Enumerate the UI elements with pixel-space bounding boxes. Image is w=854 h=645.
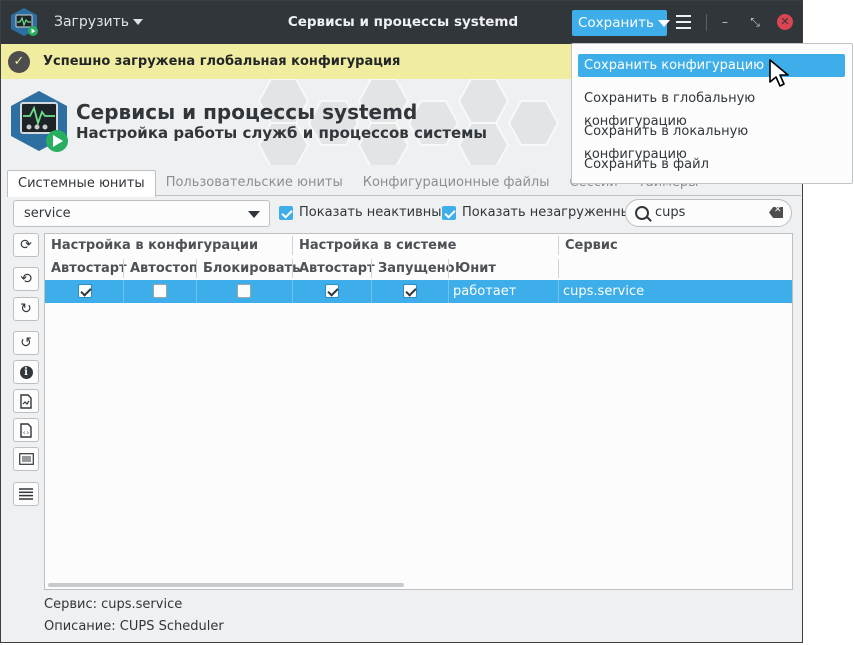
code-file-button[interactable]: ‹› bbox=[13, 418, 39, 442]
details-button[interactable] bbox=[13, 482, 39, 506]
column-divider bbox=[448, 259, 449, 278]
header-config-group: Настройка в конфигурации bbox=[51, 238, 259, 253]
header-system-group: Настройка в системе bbox=[299, 238, 457, 253]
tab-system-units[interactable]: Системные юниты bbox=[7, 170, 156, 197]
history-icon: ⟲ bbox=[20, 271, 32, 287]
show-unloaded-label: Показать незагруженные bbox=[462, 205, 639, 220]
search-input[interactable]: cups bbox=[625, 199, 792, 227]
column-header-autostart[interactable]: Автостарт bbox=[51, 261, 127, 276]
column-header-autostop[interactable]: Автостоп bbox=[130, 261, 198, 276]
restore-icon[interactable]: ⤡ bbox=[747, 14, 763, 30]
lines-icon bbox=[19, 488, 33, 500]
save-menu: Сохранить конфигурацию Сохранить в глоба… bbox=[571, 43, 853, 184]
banner-text: Успешно загружена глобальная конфигураци… bbox=[43, 54, 401, 69]
app-icon bbox=[11, 8, 38, 36]
menu-item-save-local[interactable]: Сохранить в локальную конфигурацию bbox=[578, 120, 845, 162]
column-header-block[interactable]: Блокировать bbox=[203, 261, 300, 276]
app-logo-icon bbox=[11, 91, 68, 152]
running-checkbox[interactable] bbox=[403, 284, 417, 298]
block-checkbox[interactable] bbox=[237, 284, 251, 298]
service-info: Сервис: cups.service bbox=[44, 597, 182, 612]
file-button[interactable] bbox=[13, 389, 39, 413]
show-unloaded-toggle[interactable]: Показать незагруженные bbox=[442, 205, 639, 220]
save-button[interactable]: Сохранить bbox=[572, 10, 670, 36]
unit-type-value: service bbox=[24, 206, 71, 221]
chevron-down-icon bbox=[248, 211, 260, 218]
autostart-checkbox[interactable] bbox=[78, 284, 92, 298]
show-inactive-checkbox[interactable] bbox=[279, 205, 293, 220]
mouse-cursor-icon bbox=[769, 59, 789, 87]
column-divider bbox=[371, 259, 372, 278]
chevron-down-icon bbox=[657, 19, 670, 27]
description-info: Описание: CUPS Scheduler bbox=[44, 619, 224, 634]
hamburger-menu-icon[interactable] bbox=[676, 15, 691, 29]
description-info-label: Описание: bbox=[44, 619, 116, 634]
search-icon bbox=[635, 206, 649, 220]
column-header-system-autostart[interactable]: Автостарт bbox=[299, 261, 375, 276]
header-service-group: Сервис bbox=[565, 238, 618, 253]
page-subtitle: Настройка работы служб и процессов систе… bbox=[76, 124, 487, 142]
service-info-value: cups.service bbox=[101, 597, 183, 612]
table-row[interactable]: работает cups.service bbox=[45, 280, 792, 303]
history-button[interactable]: ⟲ bbox=[13, 267, 39, 291]
load-button[interactable]: Загрузить bbox=[47, 9, 150, 35]
info-icon: i bbox=[19, 365, 33, 379]
redo-icon: ↻ bbox=[20, 301, 32, 317]
page-title: Сервисы и процессы systemd bbox=[76, 100, 418, 124]
list-icon bbox=[18, 453, 34, 465]
check-circle-icon: ✓ bbox=[8, 50, 30, 73]
window-title: Сервисы и процессы systemd bbox=[287, 14, 519, 30]
system-autostart-checkbox[interactable] bbox=[325, 284, 339, 298]
clear-input-icon[interactable] bbox=[769, 207, 783, 218]
file-icon bbox=[20, 393, 32, 409]
refresh-icon: ⟳ bbox=[20, 237, 32, 253]
unit-type-select[interactable]: service bbox=[13, 200, 270, 227]
horizontal-scrollbar[interactable] bbox=[48, 583, 404, 587]
autostop-checkbox[interactable] bbox=[153, 284, 167, 298]
undo-icon: ↺ bbox=[20, 335, 32, 351]
close-icon[interactable]: ✕ bbox=[777, 14, 793, 30]
description-info-value: CUPS Scheduler bbox=[119, 619, 224, 634]
redo-button[interactable]: ↻ bbox=[13, 297, 39, 321]
list-view-button[interactable] bbox=[13, 447, 39, 471]
column-header-running[interactable]: Запущено bbox=[378, 261, 455, 276]
show-inactive-toggle[interactable]: Показать неактивные bbox=[279, 205, 450, 220]
column-divider bbox=[123, 259, 124, 278]
unit-state: работает bbox=[453, 284, 517, 299]
tab-user-units[interactable]: Пользовательские юниты bbox=[156, 170, 353, 195]
search-value: cups bbox=[655, 205, 686, 220]
column-divider bbox=[196, 259, 197, 278]
service-info-label: Сервис: bbox=[44, 597, 97, 612]
column-divider bbox=[292, 236, 293, 255]
show-unloaded-checkbox[interactable] bbox=[442, 205, 456, 220]
refresh-button[interactable]: ⟳ bbox=[13, 233, 39, 257]
tab-config-files[interactable]: Конфигурационные файлы bbox=[353, 170, 560, 195]
info-button[interactable]: i bbox=[13, 360, 39, 384]
chevron-down-icon bbox=[133, 19, 144, 25]
menu-item-save-global[interactable]: Сохранить в глобальную конфигурацию bbox=[578, 87, 845, 129]
save-button-label: Сохранить bbox=[578, 15, 654, 31]
svg-text:‹›: ‹› bbox=[22, 429, 29, 436]
titlebar-separator bbox=[706, 14, 707, 31]
column-divider bbox=[558, 236, 559, 255]
menu-item-save-config[interactable]: Сохранить конфигурацию bbox=[578, 54, 845, 77]
show-inactive-label: Показать неактивные bbox=[299, 205, 450, 220]
undo-button[interactable]: ↺ bbox=[13, 331, 39, 355]
service-name: cups.service bbox=[563, 284, 645, 299]
minimize-icon[interactable]: – bbox=[717, 14, 733, 30]
column-divider bbox=[292, 259, 293, 278]
column-divider bbox=[558, 259, 559, 278]
code-file-icon: ‹› bbox=[20, 422, 32, 438]
menu-item-save-file[interactable]: Сохранить в файл bbox=[578, 153, 845, 176]
units-table: Настройка в конфигурации Настройка в сис… bbox=[44, 233, 793, 590]
load-button-label: Загрузить bbox=[54, 14, 130, 30]
titlebar: Загрузить Сервисы и процессы systemd Сох… bbox=[1, 1, 802, 44]
column-header-unit[interactable]: Юнит bbox=[455, 261, 496, 276]
